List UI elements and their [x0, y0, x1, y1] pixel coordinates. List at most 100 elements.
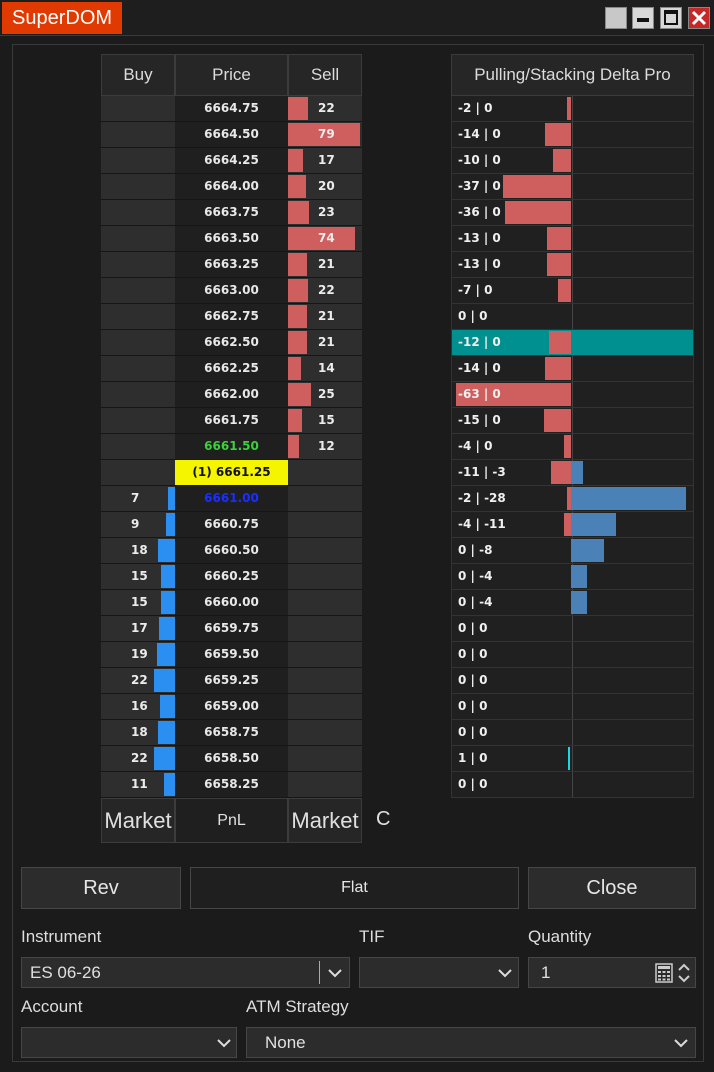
sell-cell[interactable] [288, 512, 362, 538]
buy-cell[interactable]: 15 [101, 564, 175, 590]
price-cell[interactable]: 6664.75 [175, 96, 288, 122]
buy-cell[interactable] [101, 148, 175, 174]
buy-cell[interactable] [101, 226, 175, 252]
sell-cell[interactable] [288, 720, 362, 746]
price-cell[interactable]: 6659.25 [175, 668, 288, 694]
buy-cell[interactable]: 22 [101, 746, 175, 772]
price-cell[interactable]: 6660.25 [175, 564, 288, 590]
price-cell[interactable]: 6660.50 [175, 538, 288, 564]
flat-button[interactable]: Flat [190, 867, 519, 909]
buy-cell[interactable] [101, 408, 175, 434]
price-cell[interactable]: 6659.75 [175, 616, 288, 642]
buy-cell[interactable] [101, 252, 175, 278]
sell-cell[interactable]: 21 [288, 252, 362, 278]
rev-button[interactable]: Rev [21, 867, 181, 909]
chevron-down-icon[interactable] [325, 963, 345, 983]
sell-market-button[interactable]: Market [288, 798, 362, 843]
sell-cell[interactable]: 21 [288, 330, 362, 356]
price-cell[interactable]: 6663.50 [175, 226, 288, 252]
cancel-orders-button[interactable]: C [376, 808, 390, 831]
sell-cell[interactable]: 22 [288, 96, 362, 122]
maximize-button[interactable] [660, 7, 682, 29]
price-cell[interactable]: 6662.25 [175, 356, 288, 382]
buy-cell[interactable] [101, 200, 175, 226]
close-window-button[interactable] [688, 7, 710, 29]
price-cell[interactable]: 6663.25 [175, 252, 288, 278]
buy-cell[interactable] [101, 330, 175, 356]
price-cell[interactable]: 6663.75 [175, 200, 288, 226]
price-cell[interactable]: 6661.00 [175, 486, 288, 512]
buy-cell[interactable]: 18 [101, 720, 175, 746]
price-cell[interactable]: 6663.00 [175, 278, 288, 304]
instrument-selector[interactable]: ES 06-26 [21, 957, 350, 988]
atm-strategy-selector[interactable]: None [246, 1027, 696, 1058]
sell-cell[interactable] [288, 772, 362, 798]
buy-cell[interactable] [101, 356, 175, 382]
sell-cell[interactable]: 20 [288, 174, 362, 200]
price-cell[interactable]: 6661.75 [175, 408, 288, 434]
price-cell[interactable]: 6664.50 [175, 122, 288, 148]
sell-cell[interactable]: 21 [288, 304, 362, 330]
price-cell[interactable]: 6658.25 [175, 772, 288, 798]
price-cell[interactable]: 6662.75 [175, 304, 288, 330]
sell-cell[interactable]: 12 [288, 434, 362, 460]
price-cell[interactable]: 6664.25 [175, 148, 288, 174]
buy-cell[interactable]: 15 [101, 590, 175, 616]
buy-cell[interactable]: 11 [101, 772, 175, 798]
buy-cell[interactable]: 19 [101, 642, 175, 668]
buy-cell[interactable]: 22 [101, 668, 175, 694]
buy-cell[interactable] [101, 304, 175, 330]
calculator-icon[interactable] [655, 963, 673, 983]
price-cell[interactable]: 6658.75 [175, 720, 288, 746]
quantity-spinner-icon[interactable] [677, 961, 691, 985]
buy-cell[interactable]: 18 [101, 538, 175, 564]
sell-cell[interactable] [288, 642, 362, 668]
sell-cell[interactable]: 17 [288, 148, 362, 174]
price-cell[interactable]: 6662.50 [175, 330, 288, 356]
price-cell[interactable]: 6658.50 [175, 746, 288, 772]
buy-cell[interactable] [101, 96, 175, 122]
sell-cell[interactable] [288, 616, 362, 642]
sell-cell[interactable]: 79 [288, 122, 362, 148]
minimize-button[interactable] [632, 7, 654, 29]
sell-cell[interactable]: 74 [288, 226, 362, 252]
price-cell[interactable]: 6659.00 [175, 694, 288, 720]
price-cell[interactable]: 6660.75 [175, 512, 288, 538]
price-cell[interactable]: 6664.00 [175, 174, 288, 200]
account-selector[interactable] [21, 1027, 237, 1058]
sell-cell[interactable]: 25 [288, 382, 362, 408]
sell-cell[interactable] [288, 538, 362, 564]
price-cell[interactable]: 6661.50 [175, 434, 288, 460]
buy-cell[interactable]: 7 [101, 486, 175, 512]
sell-cell[interactable] [288, 668, 362, 694]
price-cell[interactable]: 6660.00 [175, 590, 288, 616]
buy-cell[interactable] [101, 174, 175, 200]
sell-cell[interactable]: 14 [288, 356, 362, 382]
buy-cell[interactable]: 9 [101, 512, 175, 538]
buy-market-button[interactable]: Market [101, 798, 175, 843]
price-cell[interactable]: 6659.50 [175, 642, 288, 668]
close-position-button[interactable]: Close [528, 867, 696, 909]
tif-selector[interactable] [359, 957, 519, 988]
buy-cell[interactable] [101, 460, 175, 486]
buy-cell[interactable] [101, 434, 175, 460]
buy-cell[interactable] [101, 382, 175, 408]
sell-cell[interactable]: 22 [288, 278, 362, 304]
buy-cell[interactable]: 17 [101, 616, 175, 642]
sell-cell[interactable] [288, 460, 362, 486]
restore-button[interactable] [605, 7, 627, 29]
price-cell[interactable]: 6662.00 [175, 382, 288, 408]
sell-cell[interactable] [288, 694, 362, 720]
quantity-field[interactable]: 1 [528, 957, 696, 988]
sell-cell[interactable] [288, 746, 362, 772]
sell-cell[interactable] [288, 564, 362, 590]
buy-cell[interactable]: 16 [101, 694, 175, 720]
sell-cell[interactable]: 15 [288, 408, 362, 434]
sell-cell[interactable]: 23 [288, 200, 362, 226]
buy-cell[interactable] [101, 278, 175, 304]
sell-cell[interactable] [288, 486, 362, 512]
sell-cell[interactable] [288, 590, 362, 616]
delta-row: 1 | 0 [451, 746, 694, 772]
buy-cell[interactable] [101, 122, 175, 148]
price-cell[interactable]: (1) 6661.25 [175, 460, 288, 486]
